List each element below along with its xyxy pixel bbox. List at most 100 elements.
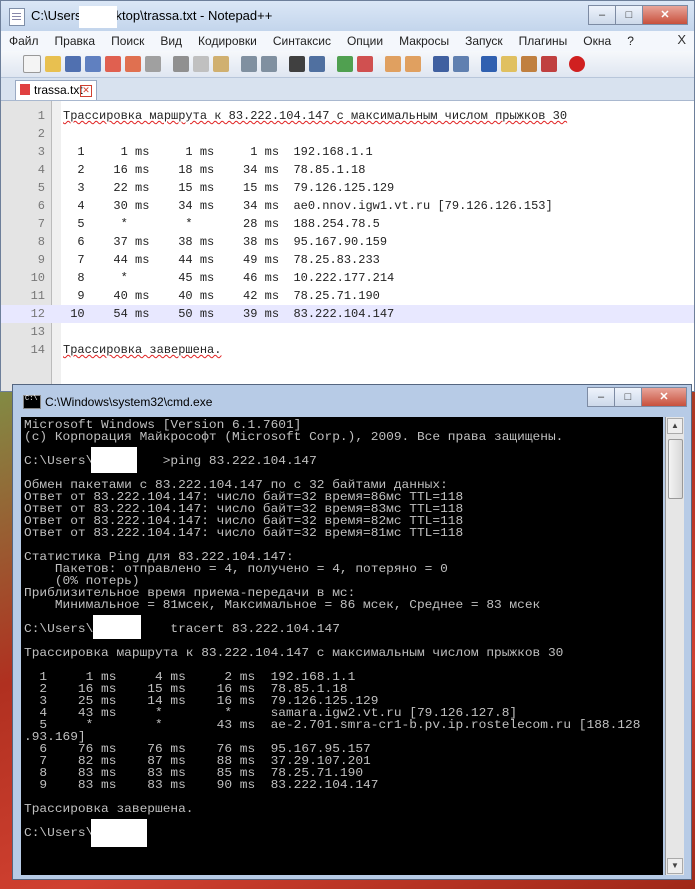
console-line: Трассировка маршрута к 83.222.104.147 с …: [24, 646, 564, 660]
menu-view[interactable]: Вид: [152, 34, 190, 48]
cmd-close-button[interactable]: ✕: [641, 387, 687, 407]
line-number: 4: [37, 163, 45, 177]
line-text: 7 44 ms 44 ms 49 ms 78.25.83.233: [63, 253, 380, 267]
line-text: 4 30 ms 34 ms 34 ms ae0.nnov.igw1.vt.ru …: [63, 199, 553, 213]
redaction-box: [91, 819, 147, 847]
open-folder-icon[interactable]: [45, 56, 61, 72]
console-output[interactable]: Microsoft Windows [Version 6.1.7601] (c) …: [21, 417, 663, 875]
editor-line[interactable]: 3 1 1 ms 1 ms 1 ms 192.168.1.1: [1, 143, 694, 161]
toolbar: [1, 51, 694, 78]
scroll-down-arrow-icon[interactable]: ▼: [667, 858, 683, 874]
cmd-maximize-button[interactable]: □: [614, 387, 642, 407]
npp-titlebar[interactable]: C:\Users\ \Desktop\trassa.txt - Notepad+…: [1, 1, 694, 31]
undo-icon[interactable]: [241, 56, 257, 72]
scroll-up-arrow-icon[interactable]: ▲: [667, 418, 683, 434]
line-text: 1 1 ms 1 ms 1 ms 192.168.1.1: [63, 145, 373, 159]
new-file-icon[interactable]: [23, 55, 41, 73]
editor-line[interactable]: 8 6 37 ms 38 ms 38 ms 95.167.90.159: [1, 233, 694, 251]
zoom-in-icon[interactable]: [337, 56, 353, 72]
menu-options[interactable]: Опции: [339, 34, 391, 48]
cmd-window: C:\Windows\system32\cmd.exe – □ ✕ Micros…: [12, 384, 692, 880]
editor-line[interactable]: 4 2 16 ms 18 ms 34 ms 78.85.1.18: [1, 161, 694, 179]
record-macro-icon[interactable]: [569, 56, 585, 72]
cmd-minimize-button[interactable]: –: [587, 387, 615, 407]
indent-guide-icon[interactable]: [481, 56, 497, 72]
line-text: 9 40 ms 40 ms 42 ms 78.25.71.190: [63, 289, 380, 303]
editor-line[interactable]: 10 8 * 45 ms 46 ms 10.222.177.214: [1, 269, 694, 287]
cmd-window-title: C:\Windows\system32\cmd.exe: [45, 395, 213, 409]
menu-macros[interactable]: Макросы: [391, 34, 457, 48]
notepadpp-window: C:\Users\ \Desktop\trassa.txt - Notepad+…: [0, 0, 695, 392]
paste-icon[interactable]: [213, 56, 229, 72]
menu-help[interactable]: ?: [619, 34, 642, 48]
text-editor[interactable]: 1 Трассировка маршрута к 83.222.104.147 с…: [1, 101, 694, 391]
menu-encoding[interactable]: Кодировки: [190, 34, 265, 48]
cut-icon[interactable]: [173, 56, 189, 72]
redo-icon[interactable]: [261, 56, 277, 72]
sync-horizontal-icon[interactable]: [405, 56, 421, 72]
editor-line[interactable]: 6 4 30 ms 34 ms 34 ms ae0.nnov.igw1.vt.r…: [1, 197, 694, 215]
menu-syntax[interactable]: Синтаксис: [265, 34, 339, 48]
close-file-icon[interactable]: [105, 56, 121, 72]
line-text: 5 * * 28 ms 188.254.78.5: [63, 217, 380, 231]
editor-line[interactable]: 5 3 22 ms 15 ms 15 ms 79.126.125.129: [1, 179, 694, 197]
editor-line[interactable]: 11 9 40 ms 40 ms 42 ms 78.25.71.190: [1, 287, 694, 305]
menu-edit[interactable]: Правка: [47, 34, 104, 48]
line-number: 8: [37, 235, 45, 249]
function-list-icon[interactable]: [541, 56, 557, 72]
line-text: 8 * 45 ms 46 ms 10.222.177.214: [63, 271, 395, 285]
vertical-scrollbar[interactable]: ▲ ▼: [665, 417, 684, 875]
menu-run[interactable]: Запуск: [457, 34, 511, 48]
menu-search[interactable]: Поиск: [103, 34, 152, 48]
line-number: 11: [30, 289, 45, 303]
editor-line[interactable]: 2: [1, 125, 694, 143]
tab-close-icon[interactable]: ✕: [80, 85, 92, 97]
doc-map-icon[interactable]: [521, 56, 537, 72]
menu-windows[interactable]: Окна: [575, 34, 619, 48]
copy-icon[interactable]: [193, 56, 209, 72]
line-number: 12: [30, 307, 45, 321]
zoom-out-icon[interactable]: [357, 56, 373, 72]
console-line: Ответ от 83.222.104.147: число байт=32 в…: [24, 526, 464, 540]
line-text: Трассировка маршрута к 83.222.104.147 с …: [63, 109, 568, 123]
line-number: 6: [37, 199, 45, 213]
tab-label: trassa.txt: [34, 83, 83, 97]
menu-file[interactable]: Файл: [1, 34, 47, 48]
cmd-app-icon: [23, 395, 41, 409]
close-all-icon[interactable]: [125, 56, 141, 72]
save-all-icon[interactable]: [85, 56, 101, 72]
word-wrap-icon[interactable]: [433, 56, 449, 72]
editor-line[interactable]: 12 10 54 ms 50 ms 39 ms 83.222.104.147: [1, 305, 694, 323]
line-text: 3 22 ms 15 ms 15 ms 79.126.125.129: [63, 181, 395, 195]
redaction-box: [93, 615, 141, 639]
menu-plugins[interactable]: Плагины: [511, 34, 576, 48]
editor-line[interactable]: 7 5 * * 28 ms 188.254.78.5: [1, 215, 694, 233]
line-text: 2 16 ms 18 ms 34 ms 78.85.1.18: [63, 163, 366, 177]
line-text: 6 37 ms 38 ms 38 ms 95.167.90.159: [63, 235, 388, 249]
scroll-thumb[interactable]: [668, 439, 683, 499]
editor-line[interactable]: 1 Трассировка маршрута к 83.222.104.147 с…: [1, 107, 694, 125]
minimize-button[interactable]: –: [588, 5, 616, 25]
line-number: 1: [37, 109, 45, 123]
line-text: 10 54 ms 50 ms 39 ms 83.222.104.147: [63, 307, 395, 321]
line-number: 3: [37, 145, 45, 159]
editor-line[interactable]: 14 Трассировка завершена.: [1, 341, 694, 359]
show-all-chars-icon[interactable]: [453, 56, 469, 72]
find-icon[interactable]: [289, 56, 305, 72]
console-line: C:\Users\ tracert 83.222.104.147: [24, 622, 340, 636]
editor-line[interactable]: 13: [1, 323, 694, 341]
print-icon[interactable]: [145, 56, 161, 72]
console-line: 5 * * 43 ms ae-2.701.smra-cr1-b.pv.ip.ro…: [24, 718, 641, 732]
replace-icon[interactable]: [309, 56, 325, 72]
tab-trassa[interactable]: trassa.txt ✕: [15, 80, 97, 100]
save-icon[interactable]: [65, 56, 81, 72]
line-text: Трассировка завершена.: [63, 343, 222, 357]
maximize-button[interactable]: □: [615, 5, 643, 25]
user-lang-icon[interactable]: [501, 56, 517, 72]
menu-close-doc-button[interactable]: X: [677, 32, 686, 47]
line-number: 5: [37, 181, 45, 195]
editor-line[interactable]: 9 7 44 ms 44 ms 49 ms 78.25.83.233: [1, 251, 694, 269]
cmd-titlebar[interactable]: C:\Windows\system32\cmd.exe – □ ✕: [13, 385, 691, 415]
close-button[interactable]: ✕: [642, 5, 688, 25]
sync-vertical-icon[interactable]: [385, 56, 401, 72]
